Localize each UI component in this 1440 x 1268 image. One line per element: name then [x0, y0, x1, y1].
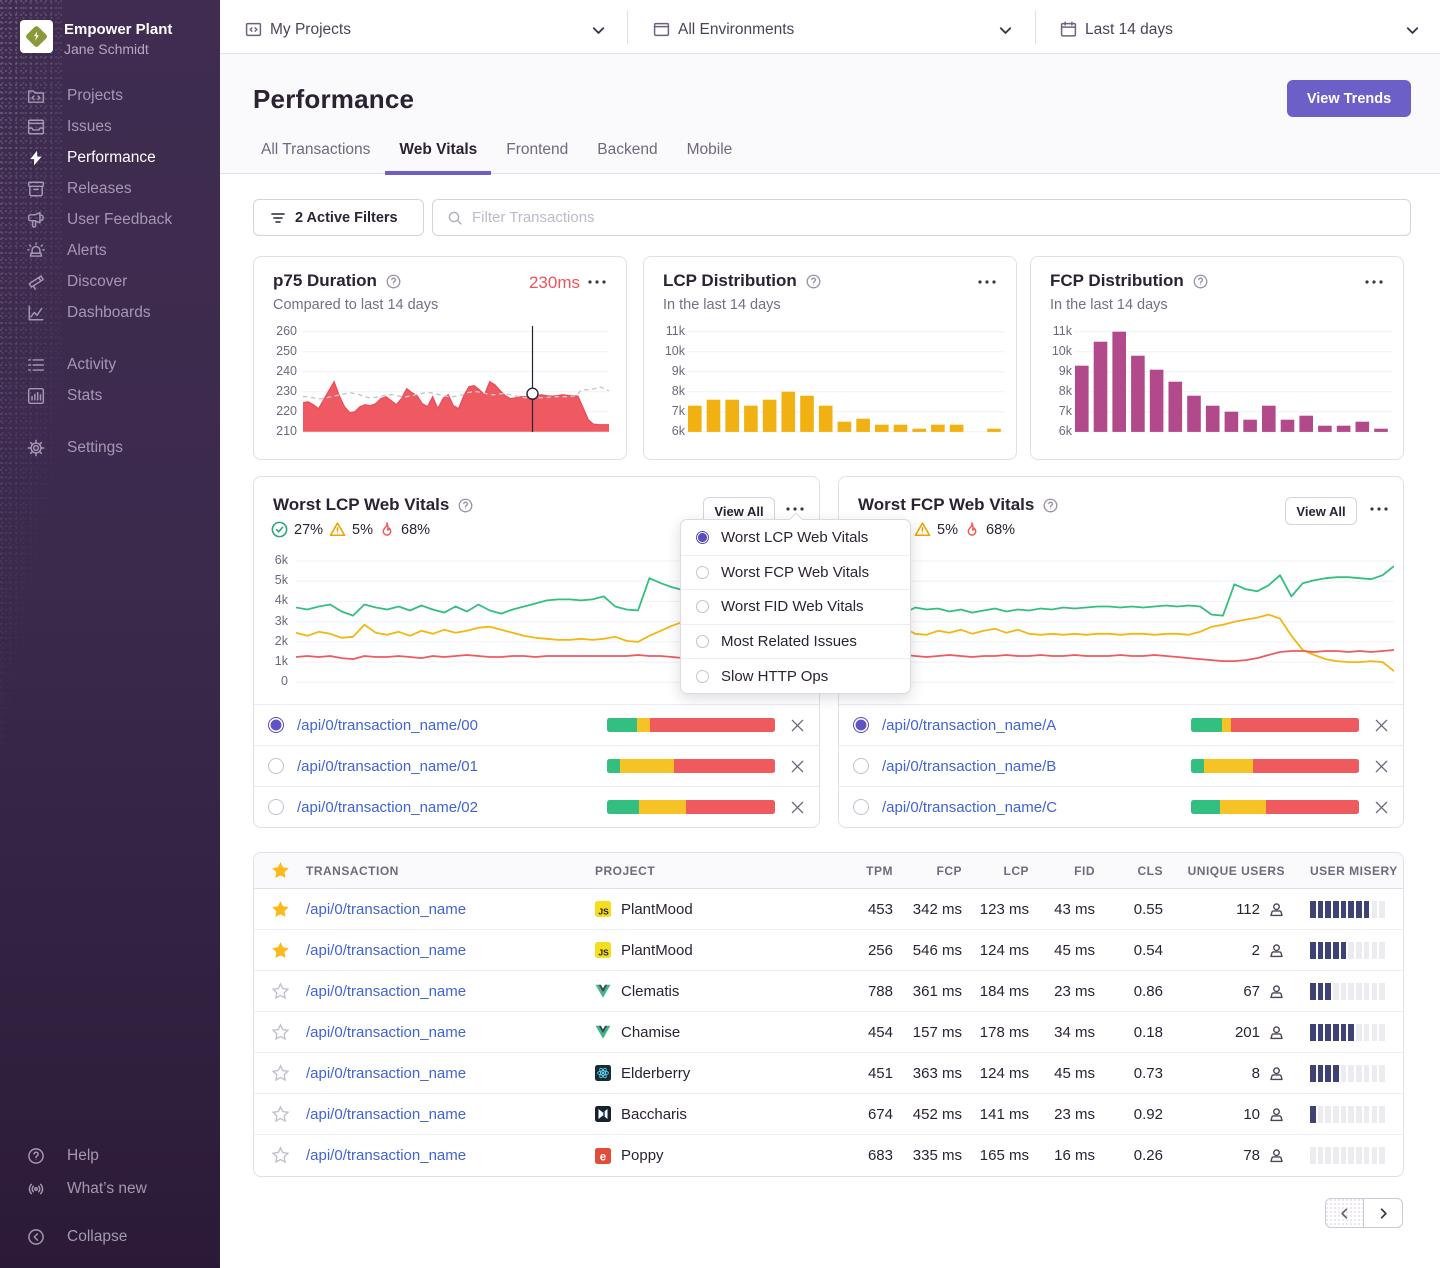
svg-text:JS: JS — [598, 947, 609, 957]
svg-text:JS: JS — [598, 906, 609, 916]
svg-text:e: e — [600, 1151, 606, 1163]
